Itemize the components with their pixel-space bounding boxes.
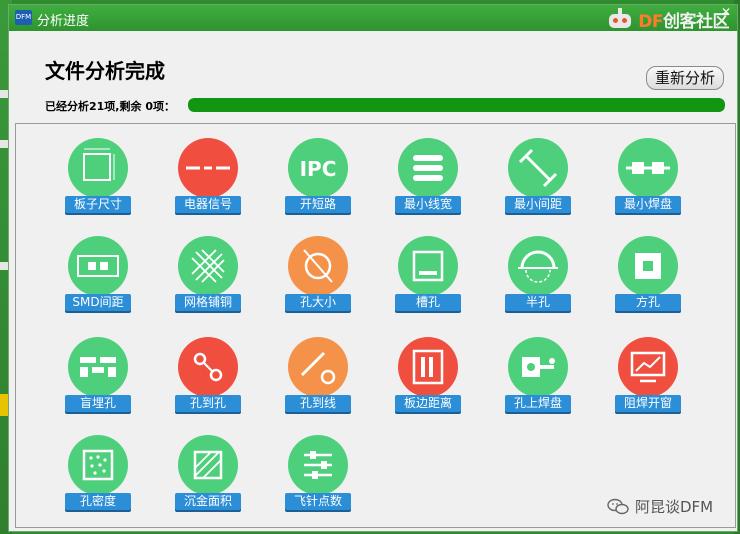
min-spacing-icon[interactable] <box>508 138 568 198</box>
wechat-icon <box>607 498 629 516</box>
watermark-text: 阿昆谈DFM <box>635 498 714 516</box>
analysis-item-label: 半孔 <box>505 294 571 311</box>
min-line-width-icon[interactable] <box>398 138 458 198</box>
close-icon[interactable]: ✕ <box>721 5 731 19</box>
analysis-item[interactable]: 电器信号 <box>168 138 248 222</box>
analysis-item-label: 孔大小 <box>285 294 351 311</box>
electrical-signal-icon[interactable] <box>178 138 238 198</box>
analysis-item-label: 沉金面积 <box>175 493 241 510</box>
restart-analysis-button[interactable]: 重新分析 <box>646 66 724 90</box>
smd-spacing-icon[interactable] <box>68 236 128 296</box>
brand-logo: DF创客社区 <box>606 7 730 32</box>
analysis-item-label: 孔上焊盘 <box>505 395 571 412</box>
watermark: 阿昆谈DFM <box>607 496 713 517</box>
analysis-item[interactable]: 最小焊盘 <box>608 138 688 222</box>
analysis-item-label: SMD间距 <box>65 294 131 311</box>
analysis-item[interactable]: 阻焊开窗 <box>608 337 688 421</box>
analysis-item[interactable]: 网格铺铜 <box>168 236 248 320</box>
brand-name: DF创客社区 <box>638 11 729 32</box>
ipc-icon[interactable]: IPC <box>288 138 348 198</box>
gold-area-icon[interactable] <box>178 435 238 495</box>
analysis-item[interactable]: IPC 开短路 <box>278 138 358 222</box>
analysis-item[interactable]: 孔到孔 <box>168 337 248 421</box>
analysis-item[interactable]: 方孔 <box>608 236 688 320</box>
analysis-item[interactable]: 板边距离 <box>388 337 468 421</box>
flying-probe-icon[interactable] <box>288 435 348 495</box>
analysis-item-label: 孔密度 <box>65 493 131 510</box>
analysis-items-panel: 板子尺寸 电器信号 IPC 开短路 最小线宽 最小间距 最小焊盘 SMD间距 网格铺铜 孔大小 槽孔… <box>15 123 736 528</box>
blind-buried-via-icon[interactable] <box>68 337 128 397</box>
analysis-item[interactable]: 飞针点数 <box>278 435 358 519</box>
progress-fill <box>188 98 725 112</box>
analysis-item-label: 飞针点数 <box>285 493 351 510</box>
min-pad-icon[interactable] <box>618 138 678 198</box>
analysis-item[interactable]: 孔密度 <box>58 435 138 519</box>
analysis-item-label: 最小焊盘 <box>615 196 681 213</box>
progress-bar <box>188 98 725 112</box>
analysis-item-label: 电器信号 <box>175 196 241 213</box>
analysis-item-label: 盲埋孔 <box>65 395 131 412</box>
analysis-item[interactable]: 半孔 <box>498 236 578 320</box>
analysis-item-label: 方孔 <box>615 294 681 311</box>
analysis-item-label: 板边距离 <box>395 395 461 412</box>
window-title: 分析进度 <box>37 14 90 29</box>
analysis-item[interactable]: 孔到线 <box>278 337 358 421</box>
analysis-progress-window: DFM 分析进度 DF创客社区 ✕ 文件分析完成 重新分析 已经分析21项,剩余… <box>8 4 738 532</box>
slot-hole-icon[interactable] <box>398 236 458 296</box>
grid-copper-icon[interactable] <box>178 236 238 296</box>
hole-to-line-icon[interactable] <box>288 337 348 397</box>
half-hole-icon[interactable] <box>508 236 568 296</box>
analysis-item[interactable]: 盲埋孔 <box>58 337 138 421</box>
analysis-item-label: 孔到孔 <box>175 395 241 412</box>
analysis-item-label: 最小线宽 <box>395 196 461 213</box>
analysis-item-label: 板子尺寸 <box>65 196 131 213</box>
analysis-item[interactable]: 孔大小 <box>278 236 358 320</box>
analysis-item-label: 槽孔 <box>395 294 461 311</box>
analysis-item-label: 阻焊开窗 <box>615 395 681 412</box>
svg-text:IPC: IPC <box>300 157 337 181</box>
robot-icon <box>606 8 634 30</box>
solder-mask-window-icon[interactable] <box>618 337 678 397</box>
analysis-item-label: 开短路 <box>285 196 351 213</box>
analysis-status-text: 已经分析21项,剩余 0项： <box>45 100 175 113</box>
analysis-item[interactable]: 沉金面积 <box>168 435 248 519</box>
analysis-item[interactable]: 板子尺寸 <box>58 138 138 222</box>
title-bar[interactable]: DFM 分析进度 DF创客社区 ✕ <box>9 5 737 32</box>
hole-size-icon[interactable] <box>288 236 348 296</box>
board-edge-distance-icon[interactable] <box>398 337 458 397</box>
analysis-item[interactable]: 孔上焊盘 <box>498 337 578 421</box>
analysis-item[interactable]: SMD间距 <box>58 236 138 320</box>
pcb-yellow-mark <box>0 394 8 416</box>
analysis-item-label: 最小间距 <box>505 196 571 213</box>
app-icon: DFM <box>15 10 32 25</box>
board-size-icon[interactable] <box>68 138 128 198</box>
analysis-item[interactable]: 槽孔 <box>388 236 468 320</box>
square-hole-icon[interactable] <box>618 236 678 296</box>
analysis-item-label: 孔到线 <box>285 395 351 412</box>
analysis-item[interactable]: 最小间距 <box>498 138 578 222</box>
hole-density-icon[interactable] <box>68 435 128 495</box>
page-title: 文件分析完成 <box>45 59 165 83</box>
analysis-item-label: 网格铺铜 <box>175 294 241 311</box>
hole-to-hole-icon[interactable] <box>178 337 238 397</box>
pad-on-hole-icon[interactable] <box>508 337 568 397</box>
analysis-item[interactable]: 最小线宽 <box>388 138 468 222</box>
